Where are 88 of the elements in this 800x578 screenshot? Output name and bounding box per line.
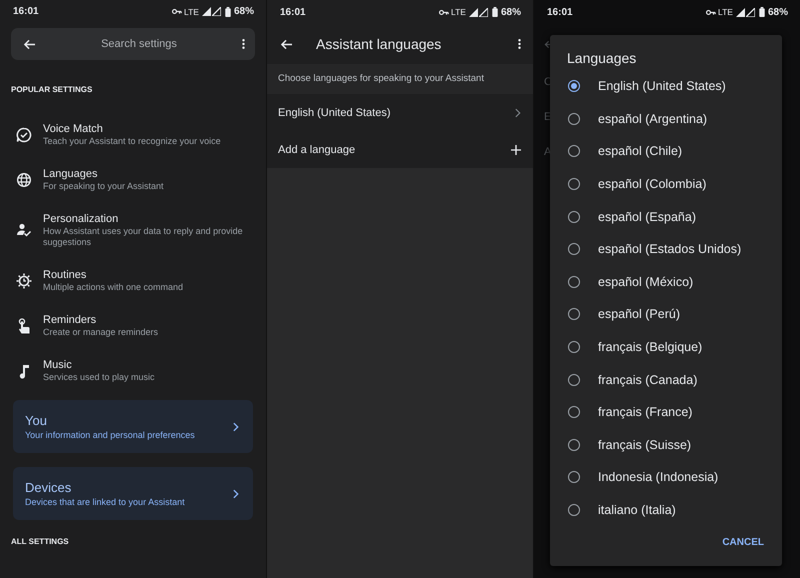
dialog-title: Languages	[567, 50, 638, 67]
option-label[interactable]: español (Colombia)	[598, 177, 706, 192]
option-label[interactable]: español (Argentina)	[598, 112, 708, 126]
item-title: Languages	[43, 167, 98, 182]
option-label[interactable]: español (España)	[598, 210, 696, 224]
radio-button[interactable]	[568, 374, 580, 386]
option-label[interactable]: français (Canada)	[598, 372, 698, 387]
radio-button[interactable]	[568, 210, 580, 223]
radio-button[interactable]	[568, 308, 580, 320]
option-label[interactable]: español (México)	[598, 274, 694, 289]
check-bubble-icon	[16, 126, 32, 143]
clock-time: 16:01	[547, 6, 573, 18]
radio-button[interactable]	[568, 504, 580, 516]
option-label[interactable]: français (Belgique)	[598, 340, 702, 354]
hand-pointer-icon	[16, 318, 32, 334]
search-field[interactable]: Search settings	[42, 38, 236, 50]
key-icon	[706, 8, 716, 16]
settings-card[interactable]: Devices Devices that are linked to your Assistant	[13, 467, 253, 520]
option-label[interactable]: español (Perú)	[598, 307, 680, 322]
item-title: Voice Match	[43, 122, 104, 136]
radio-button[interactable]	[568, 276, 580, 288]
card-title: You	[25, 412, 48, 430]
option-label[interactable]: español (Estados Unidos)	[598, 242, 742, 256]
radio-button[interactable]	[568, 145, 580, 158]
radio-button[interactable]	[568, 471, 580, 484]
radio-button[interactable]	[568, 341, 580, 354]
network-type: LTE	[718, 7, 733, 17]
key-icon	[439, 8, 450, 16]
settings-item[interactable]: Personalization How Assistant uses your data to reply and provide suggestions	[0, 202, 266, 258]
item-subtitle: How Assistant uses your data to reply and provide suggestions	[43, 226, 244, 248]
radio-button[interactable]	[568, 438, 580, 451]
item-subtitle: Create or manage reminders	[43, 327, 158, 338]
card-subtitle: Your information and personal preferences	[25, 429, 196, 442]
network-type: LTE	[184, 6, 199, 17]
card-title: Devices	[25, 479, 72, 496]
item-title: Reminders	[43, 313, 98, 328]
battery-level: 68%	[234, 6, 254, 18]
network-type: LTE	[451, 7, 466, 17]
battery-icon	[758, 7, 765, 17]
battery-icon	[492, 7, 498, 17]
description-text: Choose languages for speaking to your Assistant	[267, 64, 533, 94]
section-heading: ALL SETTINGS	[11, 537, 70, 548]
sun-clock-icon	[16, 272, 32, 289]
radio-button[interactable]	[568, 178, 580, 190]
settings-item[interactable]: Reminders Create or manage reminders	[0, 303, 266, 348]
section-heading: POPULAR SETTINGS	[11, 85, 94, 96]
more-options-icon	[518, 38, 521, 50]
radio-button[interactable]	[568, 80, 580, 92]
person-check-icon	[16, 222, 32, 238]
search-bar[interactable]: Search settings	[11, 28, 255, 60]
option-label[interactable]: español (Chile)	[598, 144, 682, 158]
battery-level: 68%	[500, 6, 521, 18]
item-title: Music	[43, 358, 73, 372]
more-options-icon	[242, 38, 245, 50]
settings-item[interactable]: Languages For speaking to your Assistant	[0, 157, 266, 202]
item-subtitle: For speaking to your Assistant	[43, 181, 164, 192]
radio-button[interactable]	[568, 406, 580, 418]
radio-button[interactable]	[568, 112, 580, 125]
radio-button[interactable]	[568, 243, 580, 256]
item-subtitle: Services used to play music	[43, 372, 155, 384]
settings-item[interactable]: Voice Match Teach your Assistant to recognize your voice	[0, 112, 266, 158]
settings-card[interactable]: You Your information and personal preferences	[13, 400, 253, 454]
globe-icon	[16, 172, 32, 188]
chevron-right-icon	[233, 488, 239, 499]
chevron-right-icon	[233, 422, 239, 432]
option-label[interactable]: Indonesia (Indonesia)	[598, 470, 718, 484]
item-title: Personalization	[43, 212, 120, 226]
battery-icon	[224, 6, 231, 17]
back-arrow-icon	[280, 38, 293, 50]
screen-title: Assistant languages	[316, 36, 442, 52]
option-label[interactable]: français (Suisse)	[598, 438, 692, 452]
clock-time: 16:01	[13, 6, 39, 18]
back-arrow-icon	[23, 38, 36, 50]
chevron-right-icon	[515, 108, 521, 118]
settings-item[interactable]: Routines Multiple actions with one command	[0, 258, 266, 304]
settings-item[interactable]: Music Services used to play music	[0, 348, 266, 394]
battery-level: 68%	[768, 6, 788, 18]
cancel-button[interactable]: CANCEL	[720, 533, 766, 552]
option-label[interactable]: français (France)	[598, 405, 692, 420]
plus-icon	[511, 144, 521, 154]
item-subtitle: Teach your Assistant to recognize your voice	[43, 136, 221, 148]
key-icon	[172, 8, 182, 16]
item-subtitle: Multiple actions with one command	[43, 282, 184, 294]
clock-time: 16:01	[280, 6, 306, 18]
card-subtitle: Devices that are linked to your Assistant	[25, 496, 186, 508]
item-title: Routines	[43, 268, 88, 282]
option-label[interactable]: English (United States)	[598, 79, 726, 94]
option-label[interactable]: italiano (Italia)	[598, 503, 676, 518]
